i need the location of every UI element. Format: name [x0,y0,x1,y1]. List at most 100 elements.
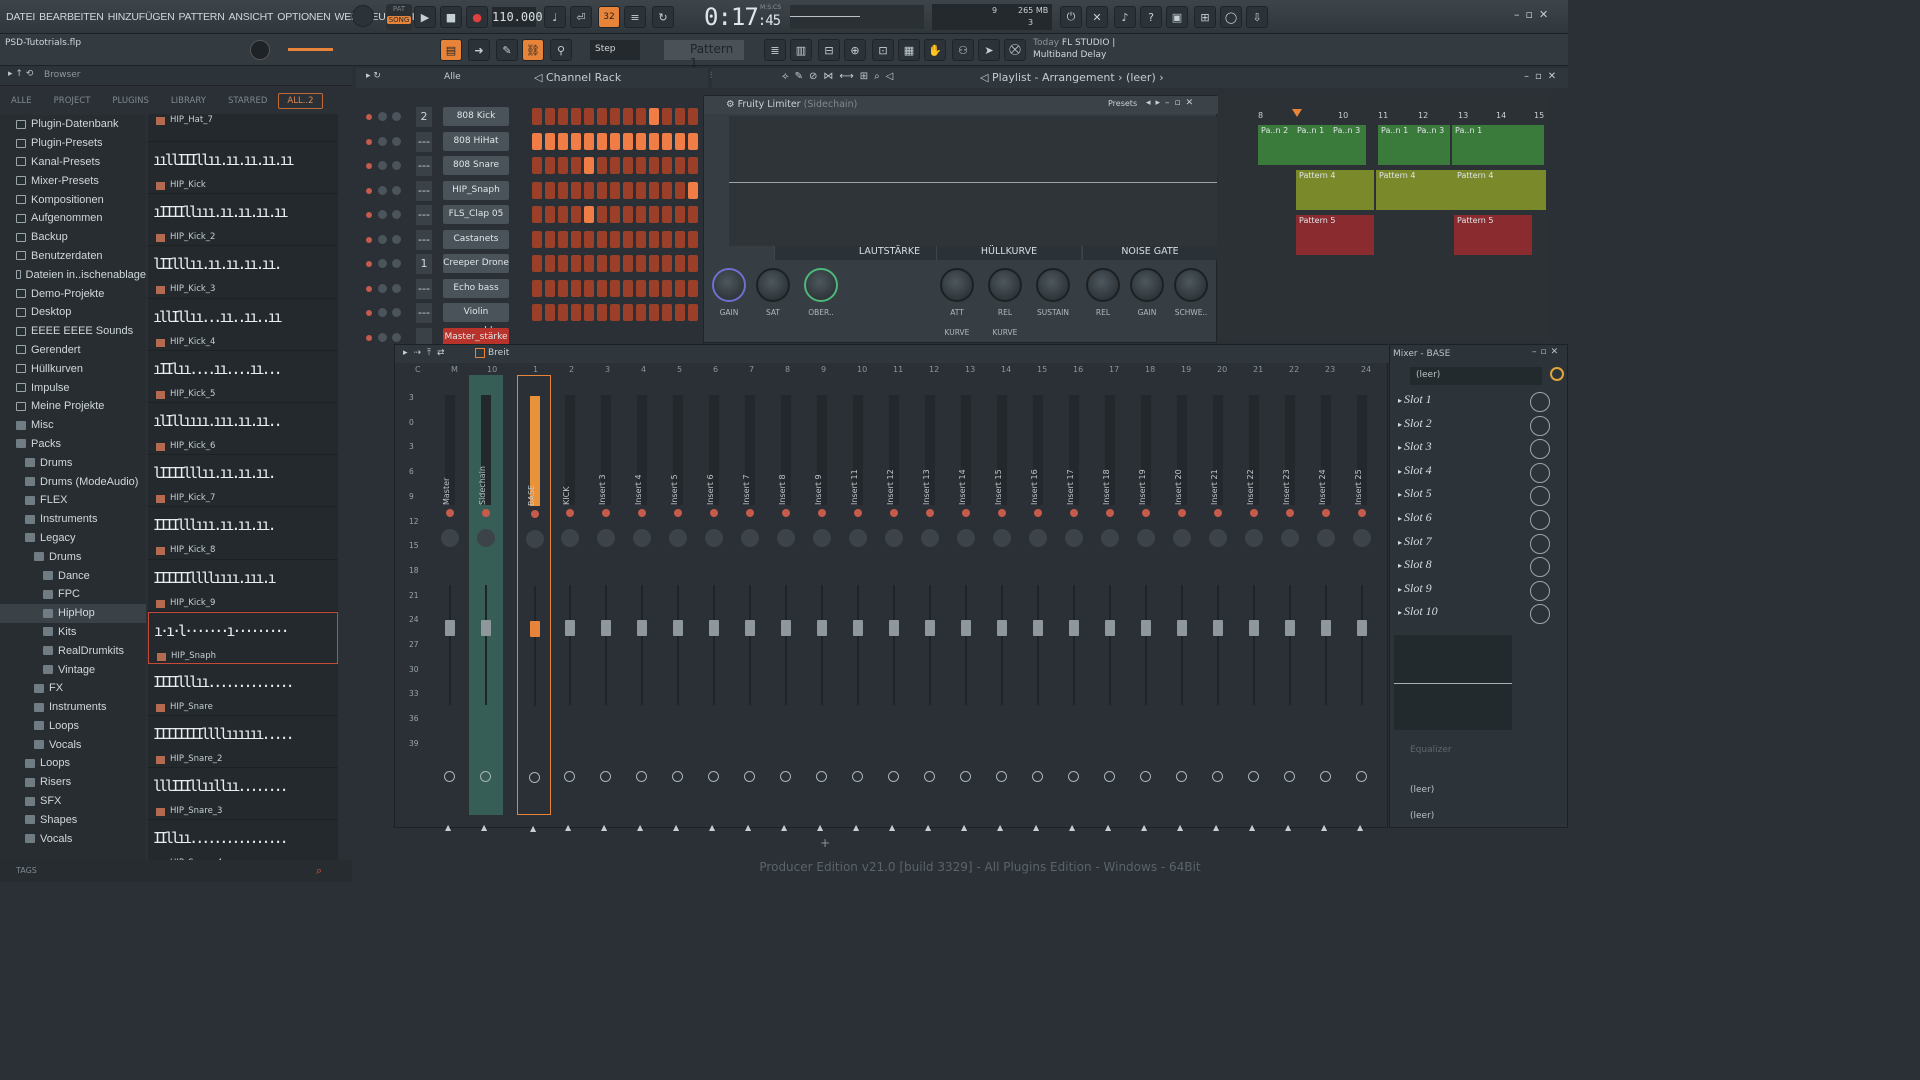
pan-knob[interactable] [633,529,651,547]
pattern-clip[interactable]: Pattern 4 [1454,170,1546,210]
pan-knob[interactable] [378,332,387,342]
step-button[interactable] [597,206,607,223]
step-button[interactable] [571,304,581,321]
send-switch[interactable] [672,771,683,782]
channel-name-button[interactable]: Violin ensemble [443,303,509,336]
pan-knob[interactable] [777,529,795,547]
route-arrow-icon[interactable]: ▲ [781,823,787,832]
slot-mix-knob[interactable] [1530,415,1550,436]
step-button[interactable] [532,206,542,223]
sample-item[interactable]: IIIIlllıı.............. HIP_Snare [148,664,338,717]
step-button[interactable] [558,108,568,125]
pan-knob[interactable] [378,210,387,219]
pattern-clip[interactable]: Pattern 4 [1296,170,1374,210]
channel-row[interactable]: --- FLS_Clap 05 [356,203,708,228]
gear-icon[interactable]: ⚙ [726,99,735,110]
volume-fader[interactable] [997,620,1007,636]
tree-item[interactable]: Aufgenommen [0,209,146,228]
mixer-track-number[interactable]: --- [416,229,432,250]
mixer-view-icon[interactable]: ⊟ [818,39,840,61]
route-arrow-icon[interactable]: ▲ [673,823,679,832]
step-button[interactable] [649,181,659,199]
mixer-strip[interactable]: Insert 22 ▲ [1237,375,1271,832]
limiter-knob[interactable] [1130,268,1164,302]
step-button[interactable] [571,157,581,174]
route-arrow-icon[interactable]: ▲ [1069,823,1075,832]
tree-item[interactable]: Vocals [0,829,146,848]
pan-knob[interactable] [378,259,387,268]
strip-enable-led[interactable] [1286,509,1294,517]
strip-enable-led[interactable] [638,509,646,517]
step-button[interactable] [675,255,685,272]
tree-item[interactable]: Misc [0,416,146,435]
step-button[interactable] [623,230,633,248]
volume-fader[interactable] [1249,620,1259,636]
slot-mix-knob[interactable] [1530,439,1550,460]
pan-knob[interactable] [378,112,387,121]
step-button[interactable] [636,206,646,223]
step-button[interactable] [610,181,620,199]
tree-item[interactable]: Drums [0,453,146,472]
step-button[interactable] [649,206,659,223]
tree-item[interactable]: Drums (ModeAudio) [0,472,146,491]
send-switch[interactable] [1068,771,1079,782]
menu-item-5[interactable]: OPTIONEN [275,11,332,23]
strip-enable-led[interactable] [1070,509,1078,517]
channel-row[interactable]: 2 808 Kick [356,105,708,130]
step-button[interactable] [545,206,555,223]
volume-fader[interactable] [1213,620,1223,636]
browser-tab-3[interactable]: LIBRARY [160,96,217,106]
pan-knob[interactable] [378,185,387,195]
step-button[interactable] [649,108,659,125]
pattern-clip[interactable]: Pa..n 1 [1294,125,1330,165]
tree-item[interactable]: Plugin-Datenbank [0,115,146,134]
route-arrow-icon[interactable]: ▲ [709,823,715,832]
strip-enable-led[interactable] [1106,509,1114,517]
step-button[interactable] [610,132,620,150]
playlist-window-controls[interactable]: –▫✕ [1524,71,1562,82]
step-button[interactable] [649,132,659,150]
tempo-display[interactable]: 110.000 [492,7,543,27]
slot-mix-knob[interactable] [1530,580,1550,601]
pan-knob[interactable] [441,529,459,547]
sample-item[interactable]: IIIIIIllllıııı.ııı.ı HIP_Kick_9 [148,560,338,612]
step-button[interactable] [688,108,698,125]
send-switch[interactable] [1248,771,1259,782]
strip-enable-led[interactable] [890,509,898,517]
send-switch[interactable] [780,771,791,782]
search-icon[interactable]: ⌕ [316,864,322,878]
tree-item[interactable]: Legacy [0,529,146,548]
channel-row[interactable]: --- Castanets [356,228,708,253]
pan-knob[interactable] [1101,529,1119,547]
step-button[interactable] [688,206,698,223]
step-button[interactable] [597,181,607,199]
output-select-1[interactable]: (leer) [1410,785,1560,799]
playlist-view-icon[interactable]: ▤ [440,39,462,61]
step-button[interactable] [571,230,581,248]
channel-mute-led[interactable] [366,212,372,218]
step-button[interactable] [636,230,646,248]
slot-mix-knob[interactable] [1530,533,1550,554]
step-button[interactable] [545,181,555,199]
channel-row[interactable]: --- 808 Snare [356,154,708,179]
mixer-strip[interactable]: Insert 18 ▲ [1093,375,1127,832]
send-switch[interactable] [1176,771,1187,782]
mixer-track-number[interactable]: --- [416,278,432,299]
step-button[interactable] [532,230,542,248]
slot-mix-knob[interactable] [1530,510,1550,530]
volume-fader[interactable] [481,620,491,636]
route-arrow-icon[interactable]: ▲ [1105,823,1111,832]
tree-item[interactable]: Plugin-Presets [0,134,146,153]
step-button[interactable] [532,181,542,199]
volume-fader[interactable] [673,620,683,636]
step-button[interactable] [675,304,685,321]
tree-item[interactable]: Instruments [0,698,146,717]
step-button[interactable] [662,157,672,174]
step-button[interactable] [623,255,633,272]
step-button[interactable] [597,255,607,272]
stamp-icon[interactable]: ⚲ [550,39,572,61]
channel-row[interactable]: --- Violin ensemble [356,301,708,336]
rack-arrow-icon[interactable]: ▸ ↻ [366,71,381,81]
channel-mute-led[interactable] [366,285,372,292]
step-button[interactable] [662,181,672,199]
